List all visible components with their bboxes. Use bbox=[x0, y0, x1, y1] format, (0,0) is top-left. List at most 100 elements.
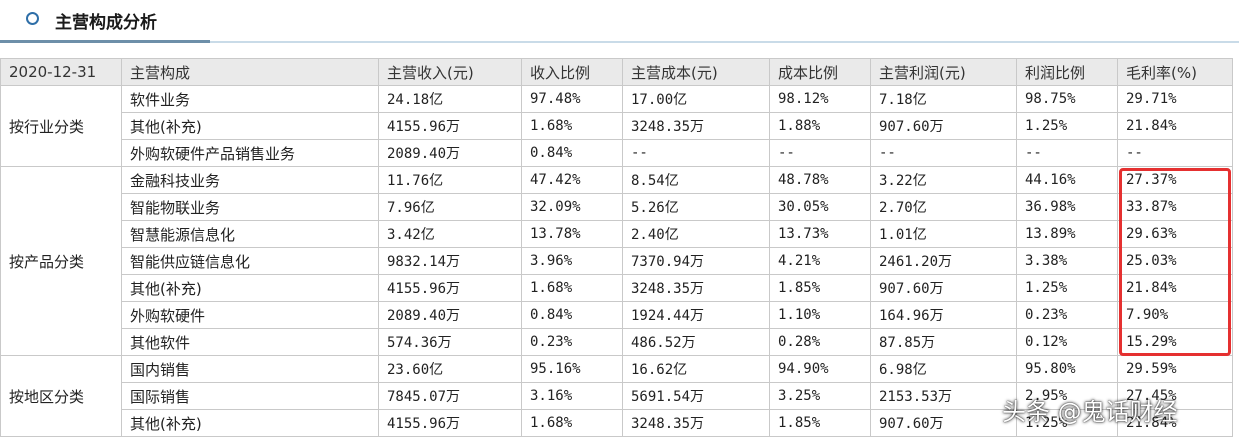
value-cell: 5.26亿 bbox=[622, 193, 770, 221]
value-cell: 486.52万 bbox=[622, 328, 770, 356]
category-group-label: 按产品分类 bbox=[0, 166, 122, 356]
value-cell: -- bbox=[769, 139, 871, 167]
value-cell: 1.25% bbox=[1016, 274, 1118, 302]
value-cell: 97.48% bbox=[521, 85, 623, 113]
value-cell: 1.68% bbox=[521, 274, 623, 302]
column-header: 收入比例 bbox=[521, 58, 623, 86]
table-row: 智能物联业务 7.96亿 32.09% 5.26亿 30.05% 2.70亿 36.98% 3… bbox=[1, 193, 1233, 221]
segment-name-cell: 智能供应链信息化 bbox=[121, 247, 379, 275]
value-cell: 7370.94万 bbox=[622, 247, 770, 275]
segment-name-cell: 国内销售 bbox=[121, 355, 379, 383]
value-cell: 2153.53万 bbox=[870, 382, 1017, 410]
value-cell: 907.60万 bbox=[870, 112, 1017, 140]
value-cell: 0.23% bbox=[1016, 301, 1118, 329]
table-row: 智慧能源信息化 3.42亿 13.78% 2.40亿 13.73% 1.01亿 13.89%… bbox=[1, 220, 1233, 248]
revenue-composition-table: 2020-12-31 主营构成 主营收入(元) 收入比例 主营成本(元) 成本比例 主营利润… bbox=[0, 58, 1233, 437]
value-cell: 0.28% bbox=[769, 328, 871, 356]
value-cell: 7845.07万 bbox=[378, 382, 522, 410]
table-row: 按产品分类 金融科技业务 11.76亿 47.42% 8.54亿 48.78% 3.22亿 4… bbox=[0, 166, 1233, 356]
bullet-circle-icon bbox=[26, 12, 39, 25]
value-cell: 8.54亿 bbox=[622, 166, 770, 194]
value-cell: 21.84% bbox=[1117, 112, 1233, 140]
table-row: 按行业分类 软件业务 24.18亿 97.48% 17.00亿 98.12% 7.18亿 98… bbox=[0, 85, 1233, 167]
value-cell: 47.42% bbox=[521, 166, 623, 194]
value-cell: 1.85% bbox=[769, 409, 871, 437]
value-cell: 3.38% bbox=[1016, 247, 1118, 275]
value-cell: 0.23% bbox=[521, 328, 623, 356]
value-cell: 11.76亿 bbox=[378, 166, 522, 194]
value-cell: 95.80% bbox=[1016, 355, 1118, 383]
segment-name-cell: 金融科技业务 bbox=[121, 166, 379, 194]
column-header: 2020-12-31 bbox=[0, 58, 122, 86]
value-cell: 3.22亿 bbox=[870, 166, 1017, 194]
header-accent-bar bbox=[0, 40, 210, 43]
table-header-row: 2020-12-31 主营构成 主营收入(元) 收入比例 主营成本(元) 成本比例 主营利润… bbox=[0, 58, 1233, 86]
value-cell: 30.05% bbox=[769, 193, 871, 221]
table-row: 其他(补充) 4155.96万 1.68% 3248.35万 1.85% 907.60万 1… bbox=[1, 274, 1233, 302]
value-cell: 17.00亿 bbox=[622, 85, 770, 113]
value-cell: 1.25% bbox=[1016, 112, 1118, 140]
value-cell: 29.63% bbox=[1117, 220, 1233, 248]
value-cell: 21.84% bbox=[1117, 274, 1233, 302]
value-cell: 33.87% bbox=[1117, 193, 1233, 221]
table-row: 其他(补充) 4155.96万 1.68% 3248.35万 1.88% 907.60万 1… bbox=[1, 112, 1233, 140]
segment-name-cell: 智慧能源信息化 bbox=[121, 220, 379, 248]
value-cell: 1.68% bbox=[521, 409, 623, 437]
category-group-label: 按行业分类 bbox=[0, 85, 122, 167]
value-cell: 32.09% bbox=[521, 193, 623, 221]
value-cell: 9832.14万 bbox=[378, 247, 522, 275]
value-cell: -- bbox=[1016, 139, 1118, 167]
value-cell: 6.98亿 bbox=[870, 355, 1017, 383]
value-cell: 4155.96万 bbox=[378, 112, 522, 140]
value-cell: 2461.20万 bbox=[870, 247, 1017, 275]
value-cell: 13.78% bbox=[521, 220, 623, 248]
value-cell: 1.68% bbox=[521, 112, 623, 140]
value-cell: -- bbox=[1117, 139, 1233, 167]
value-cell: 907.60万 bbox=[870, 409, 1017, 437]
value-cell: 36.98% bbox=[1016, 193, 1118, 221]
table-row: 智能供应链信息化 9832.14万 3.96% 7370.94万 4.21% 2461.2… bbox=[1, 247, 1233, 275]
value-cell: 1924.44万 bbox=[622, 301, 770, 329]
value-cell: 29.71% bbox=[1117, 85, 1233, 113]
value-cell: 0.84% bbox=[521, 139, 623, 167]
value-cell: 0.12% bbox=[1016, 328, 1118, 356]
section-header: 主营构成分析 bbox=[0, 0, 1239, 44]
value-cell: 29.59% bbox=[1117, 355, 1233, 383]
column-header: 毛利率(%) bbox=[1117, 58, 1233, 86]
value-cell: 0.84% bbox=[521, 301, 623, 329]
value-cell: 98.12% bbox=[769, 85, 871, 113]
value-cell: 23.60亿 bbox=[378, 355, 522, 383]
value-cell: 13.73% bbox=[769, 220, 871, 248]
value-cell: 24.18亿 bbox=[378, 85, 522, 113]
value-cell: 1.10% bbox=[769, 301, 871, 329]
value-cell: 27.37% bbox=[1117, 166, 1233, 194]
value-cell: 3.25% bbox=[769, 382, 871, 410]
value-cell: 87.85万 bbox=[870, 328, 1017, 356]
value-cell: 3.42亿 bbox=[378, 220, 522, 248]
value-cell: 574.36万 bbox=[378, 328, 522, 356]
value-cell: 48.78% bbox=[769, 166, 871, 194]
value-cell: 3248.35万 bbox=[622, 112, 770, 140]
value-cell: 25.03% bbox=[1117, 247, 1233, 275]
value-cell: 44.16% bbox=[1016, 166, 1118, 194]
value-cell: -- bbox=[622, 139, 770, 167]
segment-name-cell: 软件业务 bbox=[121, 85, 379, 113]
section-title: 主营构成分析 bbox=[55, 13, 157, 33]
value-cell: 95.16% bbox=[521, 355, 623, 383]
value-cell: 15.29% bbox=[1117, 328, 1233, 356]
value-cell: -- bbox=[870, 139, 1017, 167]
column-header: 主营收入(元) bbox=[378, 58, 522, 86]
value-cell: 98.75% bbox=[1016, 85, 1118, 113]
segment-name-cell: 其他(补充) bbox=[121, 274, 379, 302]
column-header: 利润比例 bbox=[1016, 58, 1118, 86]
value-cell: 4155.96万 bbox=[378, 409, 522, 437]
column-header: 主营构成 bbox=[121, 58, 379, 86]
value-cell: 7.96亿 bbox=[378, 193, 522, 221]
value-cell: 4.21% bbox=[769, 247, 871, 275]
watermark: 头条 @鬼话财经 bbox=[1002, 398, 1178, 426]
segment-name-cell: 外购软硬件产品销售业务 bbox=[121, 139, 379, 167]
value-cell: 1.85% bbox=[769, 274, 871, 302]
value-cell: 7.18亿 bbox=[870, 85, 1017, 113]
segment-name-cell: 智能物联业务 bbox=[121, 193, 379, 221]
value-cell: 2.40亿 bbox=[622, 220, 770, 248]
